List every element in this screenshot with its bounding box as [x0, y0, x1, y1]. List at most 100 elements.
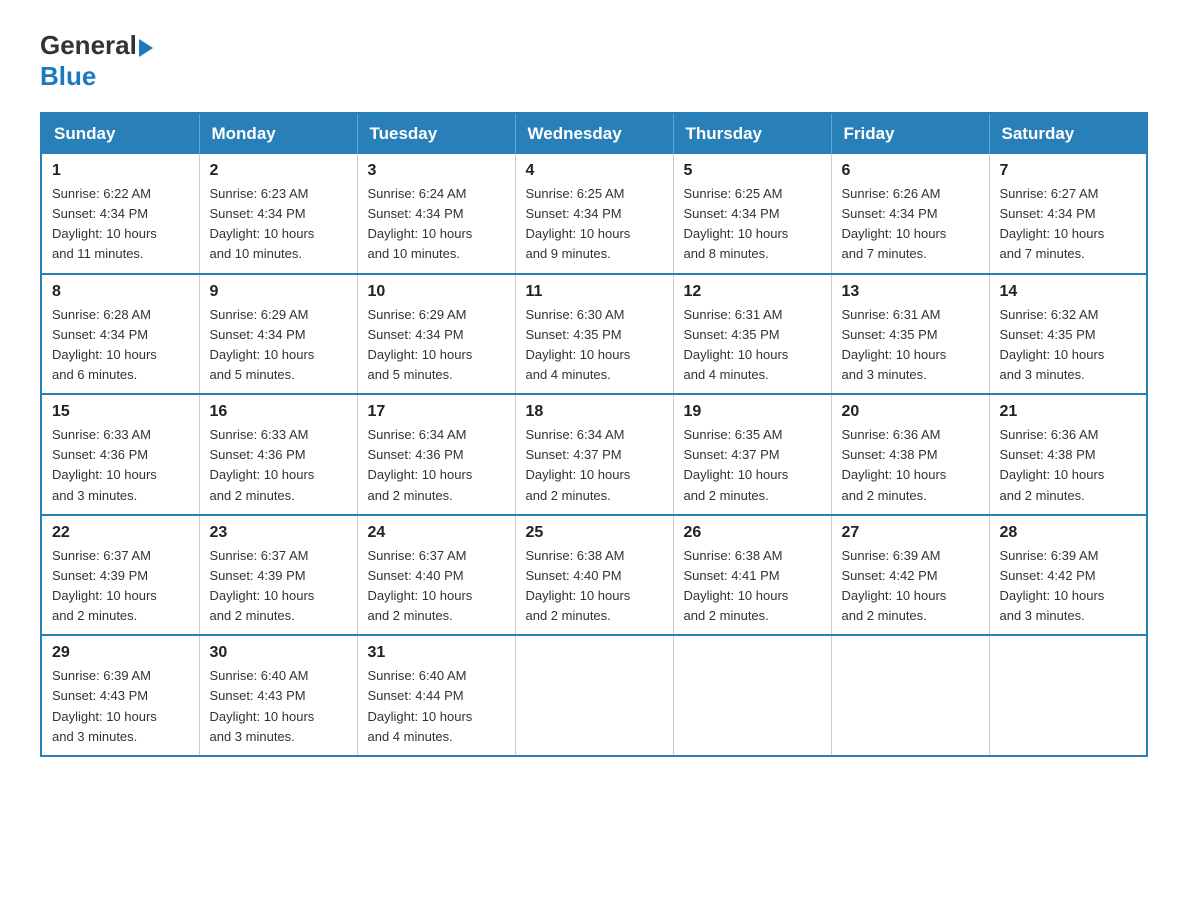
day-number: 6 [842, 162, 979, 180]
weekday-header-sunday: Sunday [41, 113, 199, 154]
day-info: Sunrise: 6:25 AMSunset: 4:34 PMDaylight:… [684, 184, 821, 265]
weekday-header-tuesday: Tuesday [357, 113, 515, 154]
day-number: 12 [684, 283, 821, 301]
calendar-day-cell: 14 Sunrise: 6:32 AMSunset: 4:35 PMDayligh… [989, 274, 1147, 395]
calendar-week-row: 8Sunrise: 6:28 AMSunset: 4:34 PMDaylight… [41, 274, 1147, 395]
day-info: Sunrise: 6:31 AMSunset: 4:35 PMDaylight:… [684, 305, 821, 386]
calendar-week-row: 22 Sunrise: 6:37 AMSunset: 4:39 PMDayligh… [41, 515, 1147, 636]
day-number: 24 [368, 524, 505, 542]
day-number: 25 [526, 524, 663, 542]
day-number: 26 [684, 524, 821, 542]
day-number: 29 [52, 644, 189, 662]
calendar-day-cell: 10Sunrise: 6:29 AMSunset: 4:34 PMDayligh… [357, 274, 515, 395]
day-info: Sunrise: 6:40 AMSunset: 4:43 PMDaylight:… [210, 666, 347, 747]
day-number: 17 [368, 403, 505, 421]
logo-text-general: General [40, 30, 137, 60]
calendar-day-cell [673, 635, 831, 756]
day-number: 21 [1000, 403, 1137, 421]
page-header: General Blue [40, 30, 1148, 92]
day-info: Sunrise: 6:23 AMSunset: 4:34 PMDaylight:… [210, 184, 347, 265]
day-number: 22 [52, 524, 189, 542]
calendar-day-cell: 22 Sunrise: 6:37 AMSunset: 4:39 PMDayligh… [41, 515, 199, 636]
day-info: Sunrise: 6:37 AMSunset: 4:39 PMDaylight:… [52, 546, 189, 627]
calendar-day-cell: 27 Sunrise: 6:39 AMSunset: 4:42 PMDayligh… [831, 515, 989, 636]
calendar-day-cell [989, 635, 1147, 756]
calendar-week-row: 15Sunrise: 6:33 AMSunset: 4:36 PMDayligh… [41, 394, 1147, 515]
day-number: 18 [526, 403, 663, 421]
day-info: Sunrise: 6:29 AMSunset: 4:34 PMDaylight:… [210, 305, 347, 386]
day-number: 9 [210, 283, 347, 301]
day-number: 5 [684, 162, 821, 180]
day-info: Sunrise: 6:34 AMSunset: 4:36 PMDaylight:… [368, 425, 505, 506]
day-number: 4 [526, 162, 663, 180]
weekday-header-friday: Friday [831, 113, 989, 154]
day-number: 30 [210, 644, 347, 662]
day-info: Sunrise: 6:30 AMSunset: 4:35 PMDaylight:… [526, 305, 663, 386]
calendar-day-cell: 24Sunrise: 6:37 AMSunset: 4:40 PMDayligh… [357, 515, 515, 636]
calendar-week-row: 1 Sunrise: 6:22 AMSunset: 4:34 PMDaylight… [41, 154, 1147, 274]
day-info: Sunrise: 6:22 AMSunset: 4:34 PMDaylight:… [52, 184, 189, 265]
calendar-day-cell: 20 Sunrise: 6:36 AMSunset: 4:38 PMDayligh… [831, 394, 989, 515]
day-info: Sunrise: 6:36 AMSunset: 4:38 PMDaylight:… [842, 425, 979, 506]
calendar-day-cell [515, 635, 673, 756]
day-info: Sunrise: 6:24 AMSunset: 4:34 PMDaylight:… [368, 184, 505, 265]
calendar-day-cell: 2 Sunrise: 6:23 AMSunset: 4:34 PMDaylight… [199, 154, 357, 274]
calendar-day-cell: 3Sunrise: 6:24 AMSunset: 4:34 PMDaylight… [357, 154, 515, 274]
day-number: 28 [1000, 524, 1137, 542]
day-info: Sunrise: 6:32 AMSunset: 4:35 PMDaylight:… [1000, 305, 1137, 386]
calendar-day-cell: 19Sunrise: 6:35 AMSunset: 4:37 PMDayligh… [673, 394, 831, 515]
calendar-day-cell: 25 Sunrise: 6:38 AMSunset: 4:40 PMDayligh… [515, 515, 673, 636]
day-info: Sunrise: 6:39 AMSunset: 4:43 PMDaylight:… [52, 666, 189, 747]
calendar-day-cell: 29 Sunrise: 6:39 AMSunset: 4:43 PMDayligh… [41, 635, 199, 756]
calendar-day-cell: 7 Sunrise: 6:27 AMSunset: 4:34 PMDaylight… [989, 154, 1147, 274]
calendar-day-cell: 6 Sunrise: 6:26 AMSunset: 4:34 PMDaylight… [831, 154, 989, 274]
day-number: 14 [1000, 283, 1137, 301]
day-number: 10 [368, 283, 505, 301]
day-info: Sunrise: 6:40 AMSunset: 4:44 PMDaylight:… [368, 666, 505, 747]
calendar-day-cell: 8Sunrise: 6:28 AMSunset: 4:34 PMDaylight… [41, 274, 199, 395]
day-number: 23 [210, 524, 347, 542]
calendar-day-cell: 21 Sunrise: 6:36 AMSunset: 4:38 PMDayligh… [989, 394, 1147, 515]
day-info: Sunrise: 6:33 AMSunset: 4:36 PMDaylight:… [52, 425, 189, 506]
day-number: 8 [52, 283, 189, 301]
day-info: Sunrise: 6:34 AMSunset: 4:37 PMDaylight:… [526, 425, 663, 506]
weekday-header-saturday: Saturday [989, 113, 1147, 154]
calendar-day-cell: 26Sunrise: 6:38 AMSunset: 4:41 PMDayligh… [673, 515, 831, 636]
calendar-header: SundayMondayTuesdayWednesdayThursdayFrid… [41, 113, 1147, 154]
calendar-day-cell: 9 Sunrise: 6:29 AMSunset: 4:34 PMDaylight… [199, 274, 357, 395]
calendar-day-cell: 17 Sunrise: 6:34 AMSunset: 4:36 PMDayligh… [357, 394, 515, 515]
day-info: Sunrise: 6:39 AMSunset: 4:42 PMDaylight:… [842, 546, 979, 627]
day-info: Sunrise: 6:36 AMSunset: 4:38 PMDaylight:… [1000, 425, 1137, 506]
calendar-day-cell: 18 Sunrise: 6:34 AMSunset: 4:37 PMDayligh… [515, 394, 673, 515]
day-number: 7 [1000, 162, 1137, 180]
day-info: Sunrise: 6:25 AMSunset: 4:34 PMDaylight:… [526, 184, 663, 265]
logo-triangle-icon [139, 39, 153, 57]
calendar-table: SundayMondayTuesdayWednesdayThursdayFrid… [40, 112, 1148, 757]
logo-wordmark: General Blue [40, 30, 155, 92]
logo: General Blue [40, 30, 155, 92]
day-info: Sunrise: 6:35 AMSunset: 4:37 PMDaylight:… [684, 425, 821, 506]
calendar-day-cell: 16 Sunrise: 6:33 AMSunset: 4:36 PMDayligh… [199, 394, 357, 515]
day-info: Sunrise: 6:37 AMSunset: 4:39 PMDaylight:… [210, 546, 347, 627]
calendar-day-cell [831, 635, 989, 756]
day-info: Sunrise: 6:33 AMSunset: 4:36 PMDaylight:… [210, 425, 347, 506]
day-info: Sunrise: 6:26 AMSunset: 4:34 PMDaylight:… [842, 184, 979, 265]
day-number: 27 [842, 524, 979, 542]
day-info: Sunrise: 6:27 AMSunset: 4:34 PMDaylight:… [1000, 184, 1137, 265]
calendar-day-cell: 11Sunrise: 6:30 AMSunset: 4:35 PMDayligh… [515, 274, 673, 395]
calendar-week-row: 29 Sunrise: 6:39 AMSunset: 4:43 PMDayligh… [41, 635, 1147, 756]
calendar-body: 1 Sunrise: 6:22 AMSunset: 4:34 PMDaylight… [41, 154, 1147, 756]
day-info: Sunrise: 6:39 AMSunset: 4:42 PMDaylight:… [1000, 546, 1137, 627]
day-number: 16 [210, 403, 347, 421]
calendar-day-cell: 31Sunrise: 6:40 AMSunset: 4:44 PMDayligh… [357, 635, 515, 756]
day-info: Sunrise: 6:38 AMSunset: 4:40 PMDaylight:… [526, 546, 663, 627]
weekday-header-monday: Monday [199, 113, 357, 154]
weekday-header-wednesday: Wednesday [515, 113, 673, 154]
calendar-day-cell: 4 Sunrise: 6:25 AMSunset: 4:34 PMDaylight… [515, 154, 673, 274]
calendar-day-cell: 23 Sunrise: 6:37 AMSunset: 4:39 PMDayligh… [199, 515, 357, 636]
day-number: 20 [842, 403, 979, 421]
day-number: 2 [210, 162, 347, 180]
day-number: 1 [52, 162, 189, 180]
calendar-day-cell: 30 Sunrise: 6:40 AMSunset: 4:43 PMDayligh… [199, 635, 357, 756]
logo-text-blue: Blue [40, 61, 96, 91]
